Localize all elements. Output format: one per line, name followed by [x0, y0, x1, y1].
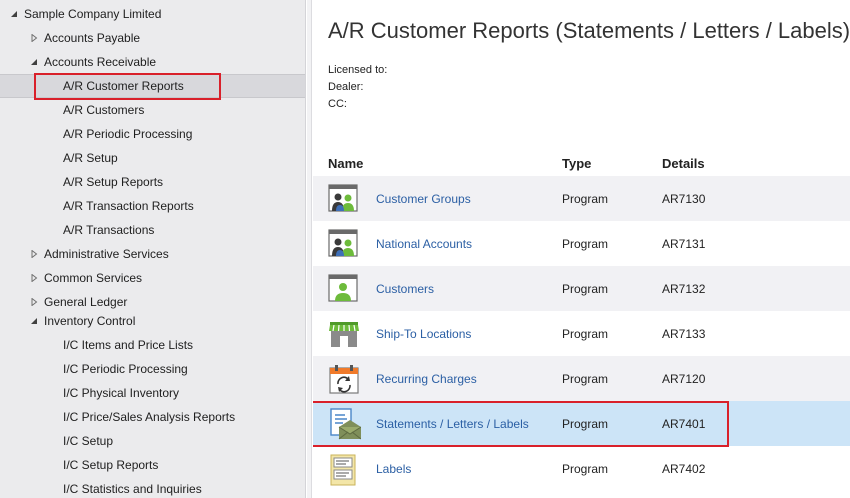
national-accounts-icon — [327, 227, 361, 261]
page-title: A/R Customer Reports (Statements / Lette… — [328, 18, 850, 43]
program-name-link[interactable]: Ship-To Locations — [376, 327, 471, 341]
expanded-arrow-icon[interactable] — [28, 56, 40, 68]
labels-icon — [327, 452, 361, 486]
tree-item-administrative-services[interactable]: Administrative Services — [0, 242, 305, 266]
tree-item-label: A/R Transactions — [63, 223, 155, 237]
tree-item-label: A/R Transaction Reports — [63, 199, 194, 213]
tree-item-label: I/C Statistics and Inquiries — [63, 482, 202, 496]
tree-item-ic-periodic-processing[interactable]: I/C Periodic Processing — [0, 357, 305, 381]
program-details: AR7131 — [662, 236, 706, 251]
tree-item-sample-company-limited[interactable]: Sample Company Limited — [0, 2, 305, 26]
tree-item-ar-transaction-reports[interactable]: A/R Transaction Reports — [0, 194, 305, 218]
tree-item-label: General Ledger — [44, 295, 128, 309]
expanded-arrow-icon[interactable] — [8, 8, 20, 20]
tree-item-label: A/R Customer Reports — [63, 79, 184, 93]
tree-item-label: A/R Customers — [63, 103, 145, 117]
collapsed-arrow-icon[interactable] — [28, 248, 40, 260]
program-name-link[interactable]: Customers — [376, 282, 434, 296]
program-type: Program — [562, 236, 609, 251]
cc-label: CC: — [328, 98, 347, 110]
program-type: Program — [562, 281, 609, 296]
tree-item-inventory-control[interactable]: Inventory Control — [0, 309, 305, 333]
tree-item-ic-statistics-and-inquiries[interactable]: I/C Statistics and Inquiries — [0, 477, 305, 498]
customers-icon — [327, 272, 361, 306]
licensed-to-label: Licensed to: — [328, 64, 388, 76]
table-row[interactable]: Ship-To Locations Program AR7133 — [313, 311, 850, 356]
table-row[interactable]: National Accounts Program AR7131 — [313, 221, 850, 266]
program-name-link[interactable]: Customer Groups — [376, 192, 471, 206]
tree-item-ar-setup[interactable]: A/R Setup — [0, 146, 305, 170]
tree-item-ic-setup[interactable]: I/C Setup — [0, 429, 305, 453]
calendar-recurring-icon — [327, 362, 361, 396]
tree-item-label: Inventory Control — [44, 314, 136, 328]
program-details: AR7130 — [662, 191, 706, 206]
tree-item-label: I/C Periodic Processing — [63, 362, 188, 376]
tree-item-ar-customers[interactable]: A/R Customers — [0, 98, 305, 122]
table-row-selected[interactable]: Statements / Letters / Labels Program AR… — [313, 401, 850, 446]
navigation-tree: Sample Company Limited Accounts Payable … — [0, 0, 306, 498]
collapsed-arrow-icon[interactable] — [28, 32, 40, 44]
program-details: AR7133 — [662, 326, 706, 341]
tree-item-label: Common Services — [44, 271, 143, 285]
program-details: AR7402 — [662, 461, 706, 476]
content-pane: A/R Customer Reports (Statements / Lette… — [313, 0, 850, 498]
tree-item-ar-transactions[interactable]: A/R Transactions — [0, 218, 305, 242]
tree-item-ic-price-sales-analysis-reports[interactable]: I/C Price/Sales Analysis Reports — [0, 405, 305, 429]
collapsed-arrow-icon[interactable] — [28, 272, 40, 284]
pane-splitter[interactable] — [307, 0, 312, 498]
tree-item-label: Administrative Services — [44, 247, 169, 261]
tree-item-label: I/C Setup — [63, 434, 114, 448]
tree-item-common-services[interactable]: Common Services — [0, 266, 305, 290]
collapsed-arrow-icon[interactable] — [28, 296, 40, 308]
column-header-details[interactable]: Details — [662, 156, 705, 171]
customer-groups-icon — [327, 182, 361, 216]
document-envelope-icon — [327, 407, 361, 441]
program-details: AR7120 — [662, 371, 706, 386]
table-row[interactable]: Customers Program AR7132 — [313, 266, 850, 311]
program-type: Program — [562, 371, 609, 386]
tree-item-ic-physical-inventory[interactable]: I/C Physical Inventory — [0, 381, 305, 405]
column-header-type[interactable]: Type — [562, 156, 591, 171]
program-details: AR7132 — [662, 281, 706, 296]
tree-item-ar-customer-reports[interactable]: A/R Customer Reports — [0, 74, 305, 98]
tree-item-label: A/R Setup — [63, 151, 118, 165]
tree-item-label: Accounts Receivable — [44, 55, 157, 69]
tree-item-label: I/C Physical Inventory — [63, 386, 180, 400]
tree-item-label: I/C Price/Sales Analysis Reports — [63, 410, 236, 424]
tree-item-label: A/R Periodic Processing — [63, 127, 193, 141]
program-name-link[interactable]: Labels — [376, 462, 411, 476]
tree-item-ar-periodic-processing[interactable]: A/R Periodic Processing — [0, 122, 305, 146]
program-name-link[interactable]: National Accounts — [376, 237, 472, 251]
table-row[interactable]: Labels Program AR7402 — [313, 446, 850, 491]
program-type: Program — [562, 326, 609, 341]
dealer-label: Dealer: — [328, 81, 364, 93]
storefront-icon — [327, 317, 361, 351]
program-name-link[interactable]: Statements / Letters / Labels — [376, 417, 529, 431]
table-row[interactable]: Customer Groups Program AR7130 — [313, 176, 850, 221]
tree-item-accounts-payable[interactable]: Accounts Payable — [0, 26, 305, 50]
tree-item-ic-items-and-price-lists[interactable]: I/C Items and Price Lists — [0, 333, 305, 357]
program-type: Program — [562, 416, 609, 431]
program-details: AR7401 — [662, 416, 706, 431]
column-header-name[interactable]: Name — [328, 156, 363, 171]
table-row[interactable]: Recurring Charges Program AR7120 — [313, 356, 850, 401]
tree-item-accounts-receivable[interactable]: Accounts Receivable — [0, 50, 305, 74]
tree-item-label: A/R Setup Reports — [63, 175, 164, 189]
tree-item-label: I/C Setup Reports — [63, 458, 159, 472]
expanded-arrow-icon[interactable] — [28, 315, 40, 327]
tree-item-ar-setup-reports[interactable]: A/R Setup Reports — [0, 170, 305, 194]
tree-item-ic-setup-reports[interactable]: I/C Setup Reports — [0, 453, 305, 477]
tree-item-label: I/C Items and Price Lists — [63, 338, 194, 352]
program-name-link[interactable]: Recurring Charges — [376, 372, 477, 386]
tree-item-label: Accounts Payable — [44, 31, 141, 45]
program-type: Program — [562, 461, 609, 476]
tree-item-label: Sample Company Limited — [24, 7, 162, 21]
program-type: Program — [562, 191, 609, 206]
